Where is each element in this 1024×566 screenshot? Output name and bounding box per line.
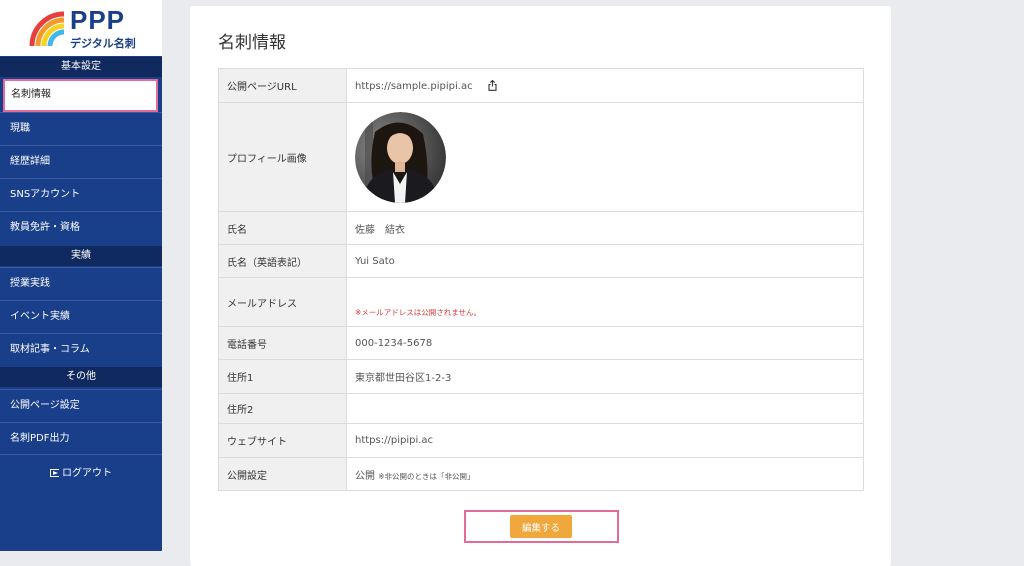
public-url-link[interactable]: https://sample.pipipi.ac — [355, 81, 473, 92]
row-label: 公開設定 — [218, 457, 347, 491]
sidebar-item-lessons[interactable]: 授業実践 — [0, 267, 162, 300]
row-value — [346, 393, 864, 424]
row-value: https://pipipi.ac — [346, 423, 864, 458]
row-label: 公開ページURL — [218, 68, 347, 103]
table-row: 氏名（英語表記） Yui Sato — [218, 244, 864, 278]
row-label: 住所1 — [218, 359, 347, 394]
table-row: プロフィール画像 — [218, 102, 864, 212]
edit-button[interactable]: 編集する — [510, 515, 572, 538]
visibility-note: ※非公開のときは「非公開」 — [378, 471, 475, 481]
row-label: 氏名（英語表記） — [218, 244, 347, 278]
sidebar-item-articles[interactable]: 取材記事・コラム — [0, 333, 162, 366]
table-row: 公開設定 公開 ※非公開のときは「非公開」 — [218, 457, 864, 491]
sidebar-item-license[interactable]: 教員免許・資格 — [0, 211, 162, 244]
sidebar: PPP デジタル名刺 基本設定 名刺情報 現職 経歴詳細 SNSアカウント 教員… — [0, 0, 162, 551]
sidebar-item-career[interactable]: 経歴詳細 — [0, 145, 162, 178]
table-row: 公開ページURL https://sample.pipipi.ac — [218, 68, 864, 103]
row-value: 公開 ※非公開のときは「非公開」 — [346, 457, 864, 491]
row-label: ウェブサイト — [218, 423, 347, 458]
row-label: メールアドレス — [218, 277, 347, 327]
row-label: 住所2 — [218, 393, 347, 424]
sidebar-item-events[interactable]: イベント実績 — [0, 300, 162, 333]
row-value: 000-1234-5678 — [346, 326, 864, 360]
sidebar-item-sns[interactable]: SNSアカウント — [0, 178, 162, 211]
table-row: メールアドレス ※メールアドレスは公開されません。 — [218, 277, 864, 327]
logo-subtitle: デジタル名刺 — [70, 37, 136, 50]
rainbow-logo-icon — [29, 11, 65, 47]
page-title: 名刺情報 — [218, 33, 286, 53]
visibility-value: 公開 — [355, 470, 375, 482]
profile-photo — [355, 111, 446, 203]
section-heading-other: その他 — [0, 367, 162, 387]
section-heading-achievements: 実績 — [0, 246, 162, 266]
table-row: 住所1 東京都世田谷区1-2-3 — [218, 359, 864, 394]
section-heading-basic: 基本設定 — [0, 57, 162, 77]
sidebar-item-public-page[interactable]: 公開ページ設定 — [0, 389, 162, 422]
logout-label: ログアウト — [62, 468, 112, 479]
logout-link[interactable]: ログアウト — [0, 464, 162, 484]
logo[interactable]: PPP デジタル名刺 — [0, 0, 162, 56]
sidebar-item-card-info[interactable]: 名刺情報 — [3, 79, 158, 112]
row-value: https://sample.pipipi.ac — [346, 68, 864, 103]
table-row: 氏名 佐藤 結衣 — [218, 211, 864, 245]
row-label: プロフィール画像 — [218, 102, 347, 212]
email-note: ※メールアドレスは公開されません。 — [355, 307, 482, 317]
row-value: 東京都世田谷区1-2-3 — [346, 359, 864, 394]
table-row: ウェブサイト https://pipipi.ac — [218, 423, 864, 458]
card-info-table: 公開ページURL https://sample.pipipi.ac プロフィール… — [218, 68, 864, 491]
share-icon[interactable] — [488, 79, 497, 91]
sidebar-item-pdf[interactable]: 名刺PDF出力 — [0, 422, 162, 455]
table-row: 電話番号 000-1234-5678 — [218, 326, 864, 360]
table-row: 住所2 — [218, 393, 864, 424]
row-value: Yui Sato — [346, 244, 864, 278]
row-value — [346, 102, 864, 212]
row-label: 電話番号 — [218, 326, 347, 360]
row-value: ※メールアドレスは公開されません。 — [346, 277, 864, 327]
row-label: 氏名 — [218, 211, 347, 245]
logo-brand: PPP — [70, 5, 126, 35]
logout-icon — [50, 469, 59, 477]
row-value: 佐藤 結衣 — [346, 211, 864, 245]
sidebar-item-current-job[interactable]: 現職 — [0, 112, 162, 145]
